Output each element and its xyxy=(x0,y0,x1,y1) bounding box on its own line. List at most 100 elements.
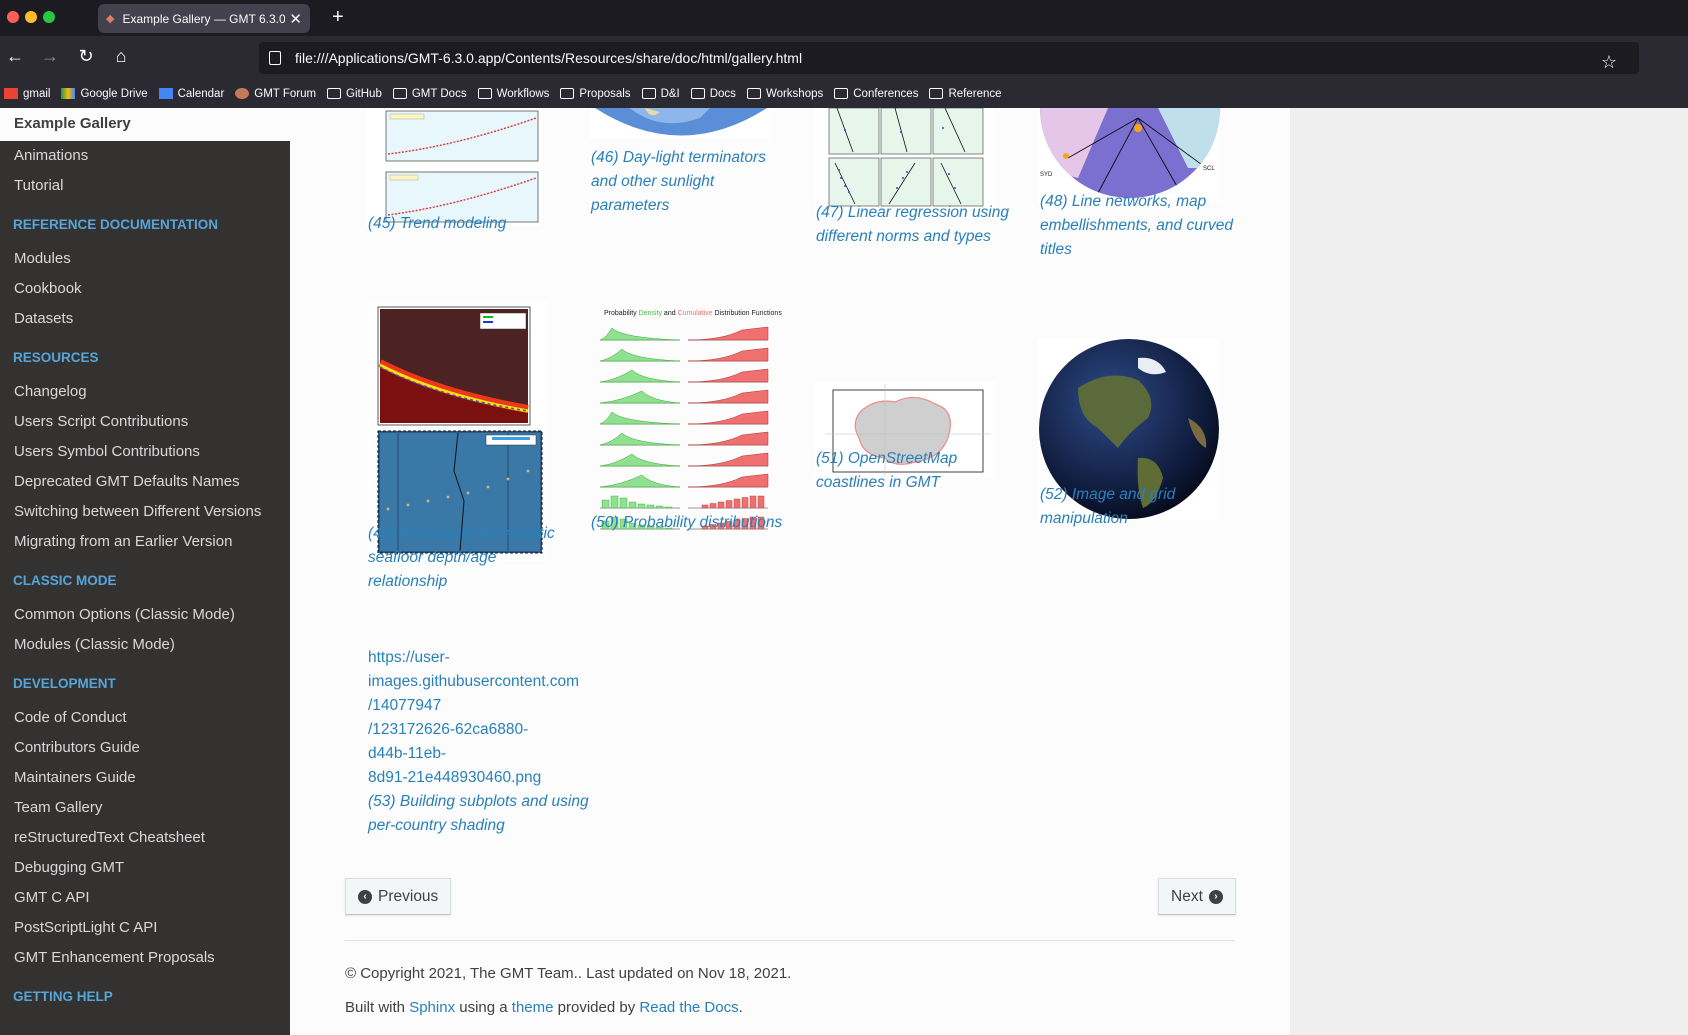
sidebar-item-migrating-from-an-earlier-version[interactable]: Migrating from an Earlier Version xyxy=(0,527,290,557)
sidebar-item-users-script-contributions[interactable]: Users Script Contributions xyxy=(0,407,290,437)
sidebar-item-common-options-classic-mode-[interactable]: Common Options (Classic Mode) xyxy=(0,600,290,630)
gallery-caption-48[interactable]: (48) Line networks, map embellishments, … xyxy=(1040,190,1240,262)
gallery-caption-50[interactable]: (50) Probability distributions xyxy=(591,511,791,535)
sphinx-link[interactable]: Sphinx xyxy=(409,999,455,1016)
gmt-forum-icon xyxy=(235,88,250,99)
browser-tab-active[interactable]: ◆ Example Gallery — GMT 6.3.0 doc ✕ xyxy=(98,4,310,33)
url-text[interactable]: file:///Applications/GMT-6.3.0.app/Conte… xyxy=(295,50,802,66)
gallery-content: (45) Trend modeling (46) Day-light termi… xyxy=(290,108,1290,1035)
sidebar-item-modules-classic-mode-[interactable]: Modules (Classic Mode) xyxy=(0,630,290,660)
sidebar-caption: GETTING HELP xyxy=(13,989,113,1004)
read-the-docs-link[interactable]: Read the Docs xyxy=(639,999,738,1016)
sidebar-item-changelog[interactable]: Changelog xyxy=(0,377,290,407)
tab-close-icon[interactable]: ✕ xyxy=(289,10,302,28)
gallery-caption-49[interactable]: (49) Analysis of the Atlantic seafloor d… xyxy=(368,522,568,594)
previous-button[interactable]: ‹ Previous xyxy=(345,878,452,915)
folder-icon xyxy=(560,88,575,99)
bookmark-4[interactable]: GitHub xyxy=(327,88,382,100)
gallery-caption-45[interactable]: (45) Trend modeling xyxy=(368,212,568,236)
gmt-favicon-icon: ◆ xyxy=(106,13,115,25)
sidebar-item-current[interactable]: Example Gallery xyxy=(0,108,290,141)
sidebar-item-code-of-conduct[interactable]: Code of Conduct xyxy=(0,703,290,733)
sidebar-item-debugging-gmt[interactable]: Debugging GMT xyxy=(0,853,290,883)
sidebar-item-users-symbol-contributions[interactable]: Users Symbol Contributions xyxy=(0,437,290,467)
sidebar-item-postscriptlight-c-api[interactable]: PostScriptLight C API xyxy=(0,913,290,943)
folder-icon xyxy=(929,88,944,99)
home-icon[interactable]: ⌂ xyxy=(109,46,133,67)
close-window-icon[interactable] xyxy=(7,11,19,23)
distribution-row xyxy=(599,389,769,404)
new-tab-button[interactable]: + xyxy=(332,6,344,29)
sidebar-item-animations[interactable]: Animations xyxy=(0,141,290,171)
sidebar-item-restructuredtext-cheatsheet[interactable]: reStructuredText Cheatsheet xyxy=(0,823,290,853)
sidebar-item-gmt-enhancement-proposals[interactable]: GMT Enhancement Proposals xyxy=(0,943,290,973)
minimize-window-icon[interactable] xyxy=(25,11,37,23)
sidebar-caption: CLASSIC MODE xyxy=(13,573,117,588)
google-drive-icon xyxy=(61,88,76,99)
bookmark-8[interactable]: D&I xyxy=(641,88,680,100)
sidebar-item-cookbook[interactable]: Cookbook xyxy=(0,274,290,304)
next-button[interactable]: Next › xyxy=(1158,878,1236,915)
page-icon xyxy=(269,51,281,65)
gallery-thumb-46[interactable] xyxy=(590,108,780,143)
bookmark-11[interactable]: Conferences xyxy=(834,88,918,100)
bookmark-2[interactable]: Calendar xyxy=(158,88,224,100)
sidebar-item-contributors-guide[interactable]: Contributors Guide xyxy=(0,733,290,763)
docs-sidebar: Example Gallery Animations Tutorial REFERE… xyxy=(0,108,290,1035)
forward-arrow-icon[interactable]: → xyxy=(38,46,62,67)
distribution-row xyxy=(600,495,768,509)
footer-divider xyxy=(345,940,1235,941)
distribution-row xyxy=(599,326,769,341)
bookmark-0[interactable]: gmail xyxy=(4,88,50,100)
reload-icon[interactable]: ↻ xyxy=(74,46,98,67)
bookmark-1[interactable]: Google Drive xyxy=(61,88,148,100)
gallery-caption-51[interactable]: (51) OpenStreetMap coastlines in GMT xyxy=(816,447,1016,495)
url-bar[interactable]: file:///Applications/GMT-6.3.0.app/Conte… xyxy=(259,42,1639,74)
svg-text:SYD: SYD xyxy=(1040,172,1053,178)
gallery-caption-53[interactable]: (53) Building subplots and using per-cou… xyxy=(368,790,598,838)
sidebar-caption: REFERENCE DOCUMENTATION xyxy=(13,217,218,232)
trend-modeling-image xyxy=(366,108,542,226)
bookmark-9[interactable]: Docs xyxy=(690,88,736,100)
sidebar-item-deprecated-gmt-defaults-names[interactable]: Deprecated GMT Defaults Names xyxy=(0,467,290,497)
sidebar-item-gmt-c-api[interactable]: GMT C API xyxy=(0,883,290,913)
sidebar-item-modules[interactable]: Modules xyxy=(0,244,290,274)
right-gutter xyxy=(1290,108,1688,1035)
bookmark-3[interactable]: GMT Forum xyxy=(235,88,316,100)
distribution-row xyxy=(599,452,769,467)
gallery-caption-52[interactable]: (52) Image and grid manipulation xyxy=(1040,483,1240,531)
folder-icon xyxy=(477,88,492,99)
bookmark-12[interactable]: Reference xyxy=(929,88,1002,100)
sidebar-caption: DEVELOPMENT xyxy=(13,676,116,691)
sidebar-item-switching-between-different-versions[interactable]: Switching between Different Versions xyxy=(0,497,290,527)
distribution-row xyxy=(599,431,769,446)
distribution-row xyxy=(599,347,769,362)
gallery-caption-46[interactable]: (46) Day-light terminators and other sun… xyxy=(591,146,791,218)
folder-icon xyxy=(392,88,407,99)
folder-icon xyxy=(327,88,342,99)
bookmark-10[interactable]: Workshops xyxy=(746,88,823,100)
distribution-row xyxy=(599,368,769,383)
maximize-window-icon[interactable] xyxy=(43,11,55,23)
browser-tab-bar: ◆ Example Gallery — GMT 6.3.0 doc ✕ + xyxy=(0,0,1688,36)
bookmark-6[interactable]: Workflows xyxy=(477,88,549,100)
folder-icon xyxy=(690,88,705,99)
gallery-caption-47[interactable]: (47) Linear regression using different n… xyxy=(816,201,1016,249)
back-arrow-icon[interactable]: ← xyxy=(3,46,27,67)
sidebar-item-tutorial[interactable]: Tutorial xyxy=(0,171,290,201)
arrow-right-circle-icon: › xyxy=(1208,889,1223,904)
sidebar-item-datasets[interactable]: Datasets xyxy=(0,304,290,334)
svg-text:SCL: SCL xyxy=(1203,166,1215,172)
tab-title: Example Gallery — GMT 6.3.0 doc xyxy=(122,11,286,26)
bookmark-5[interactable]: GMT Docs xyxy=(392,88,467,100)
arrow-left-circle-icon: ‹ xyxy=(358,889,372,904)
built-with-text: Built with Sphinx using a theme provided… xyxy=(345,999,743,1016)
sidebar-item-maintainers-guide[interactable]: Maintainers Guide xyxy=(0,763,290,793)
broken-image-link[interactable]: https://user- images.githubusercontent.c… xyxy=(368,646,598,838)
sidebar-item-team-gallery[interactable]: Team Gallery xyxy=(0,793,290,823)
bookmark-7[interactable]: Proposals xyxy=(560,88,631,100)
distribution-row xyxy=(599,410,769,425)
folder-icon xyxy=(641,88,656,99)
theme-link[interactable]: theme xyxy=(512,999,554,1016)
bookmark-star-icon[interactable]: ☆ xyxy=(1601,52,1617,73)
